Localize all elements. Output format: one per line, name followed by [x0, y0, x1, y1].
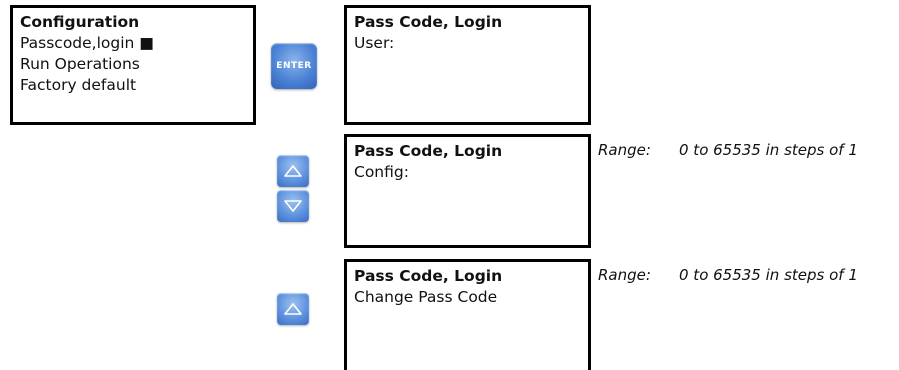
range-value: 0 to 65535 in steps of 1 — [679, 141, 858, 159]
enter-button-label: ENTER — [276, 61, 312, 71]
range-value: 0 to 65535 in steps of 1 — [679, 266, 858, 284]
passcode-user-screen: Pass Code, Login User: — [344, 5, 591, 125]
menu-item-passcode-login[interactable]: Passcode,login ■ — [20, 33, 253, 54]
screen-title: Pass Code, Login — [354, 267, 503, 285]
up-arrow-icon — [284, 303, 302, 315]
change-pass-code-field[interactable]: Change Pass Code — [354, 287, 588, 308]
range-label: Range: — [598, 266, 651, 284]
menu-item-run-operations[interactable]: Run Operations — [20, 54, 253, 75]
enter-button[interactable]: ENTER — [271, 43, 317, 89]
configuration-title: Configuration — [20, 13, 140, 31]
passcode-change-screen: Pass Code, Login Change Pass Code — [344, 259, 591, 370]
screen-title: Pass Code, Login — [354, 142, 503, 160]
configuration-menu-screen: Configuration Passcode,login ■ Run Opera… — [10, 5, 256, 125]
passcode-config-screen: Pass Code, Login Config: — [344, 134, 591, 248]
screen-title: Pass Code, Login — [354, 13, 503, 31]
down-arrow-button[interactable] — [277, 190, 309, 222]
menu-item-factory-default[interactable]: Factory default — [20, 75, 253, 96]
range-label: Range: — [598, 141, 651, 159]
up-arrow-button[interactable] — [277, 293, 309, 325]
up-arrow-button[interactable] — [277, 155, 309, 187]
down-arrow-icon — [284, 200, 302, 212]
up-arrow-icon — [284, 165, 302, 177]
user-field[interactable]: User: — [354, 33, 588, 54]
config-field[interactable]: Config: — [354, 162, 588, 183]
